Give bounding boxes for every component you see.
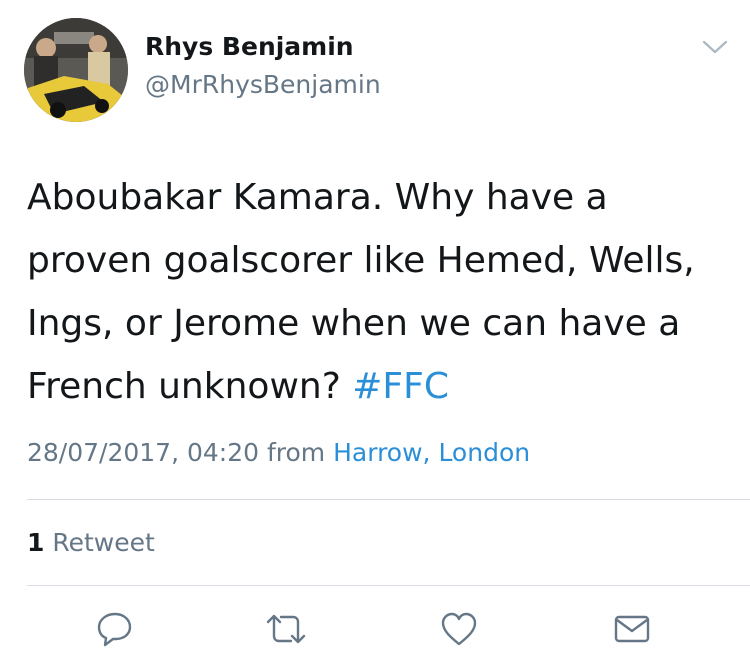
timestamp[interactable]: 28/07/2017, 04:20 bbox=[27, 438, 259, 467]
user-handle[interactable]: @MrRhysBenjamin bbox=[145, 70, 381, 99]
chevron-down-icon[interactable] bbox=[702, 38, 728, 56]
reply-button[interactable] bbox=[93, 610, 137, 648]
tweet-meta: 28/07/2017, 04:20 from Harrow, London bbox=[27, 438, 530, 467]
retweet-stats[interactable]: 1 Retweet bbox=[27, 528, 155, 557]
tweet-text-line: proven goalscorer like Hemed, Wells, bbox=[27, 240, 695, 281]
hashtag-link[interactable]: #FFC bbox=[352, 366, 449, 407]
tweet-text-line: French unknown? #FFC bbox=[27, 355, 727, 418]
avatar[interactable] bbox=[24, 18, 128, 122]
location-link[interactable]: Harrow, London bbox=[333, 438, 530, 467]
retweet-count: 1 bbox=[27, 528, 45, 557]
envelope-icon bbox=[614, 615, 650, 643]
tweet-text-line: Ings, or Jerome when we can have a bbox=[27, 303, 681, 344]
retweet-button[interactable] bbox=[264, 610, 308, 648]
tweet-text-last: French unknown? bbox=[27, 366, 341, 407]
reply-icon bbox=[97, 612, 132, 647]
retweet-icon bbox=[266, 614, 306, 644]
heart-icon bbox=[441, 612, 477, 646]
divider bbox=[27, 499, 750, 500]
user-name[interactable]: Rhys Benjamin bbox=[145, 32, 354, 61]
retweet-label: Retweet bbox=[52, 528, 155, 557]
from-label: from bbox=[266, 438, 326, 467]
avatar-photo bbox=[24, 18, 128, 122]
tweet-text-line: Aboubakar Kamara. Why have a bbox=[27, 177, 608, 218]
tweet-card: Rhys Benjamin @MrRhysBenjamin Aboubakar … bbox=[0, 0, 750, 660]
like-button[interactable] bbox=[437, 610, 481, 648]
tweet-text: Aboubakar Kamara. Why have a proven goal… bbox=[27, 166, 727, 418]
direct-message-button[interactable] bbox=[610, 610, 654, 648]
divider bbox=[27, 585, 750, 586]
